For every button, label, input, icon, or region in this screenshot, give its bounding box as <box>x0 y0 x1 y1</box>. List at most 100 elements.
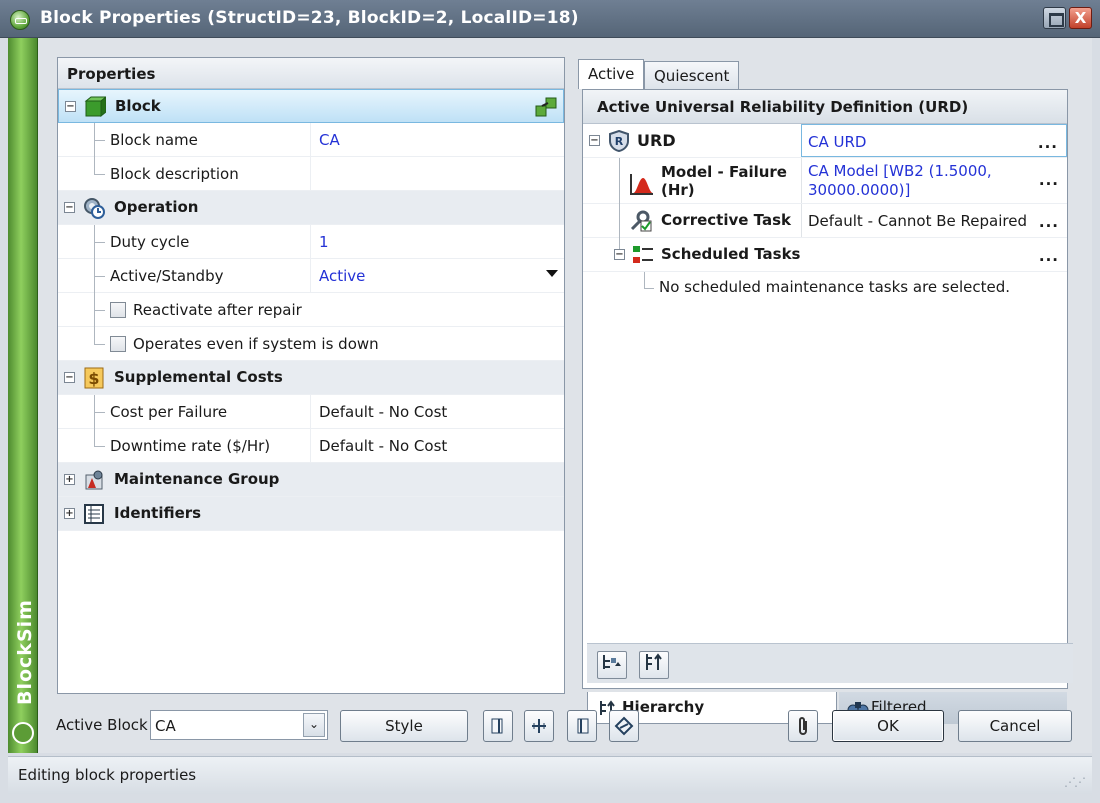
operates-when-down-checkbox[interactable] <box>110 336 126 352</box>
align-left-button[interactable] <box>483 710 513 742</box>
tree-line <box>94 242 105 243</box>
downtime-rate-row[interactable]: Downtime rate ($/Hr) Default - No Cost <box>58 429 564 463</box>
tree-line <box>94 327 95 344</box>
tree-toolbar <box>587 643 1073 683</box>
style-button[interactable]: Style <box>340 710 468 742</box>
scheduled-tasks-field[interactable]: ... <box>801 238 1067 271</box>
tab-quiescent[interactable]: Quiescent <box>644 61 740 89</box>
resize-grip-icon[interactable]: ⋰⋰ <box>1064 775 1086 789</box>
ok-button[interactable]: OK <box>832 710 944 742</box>
collapse-icon[interactable]: − <box>64 202 75 213</box>
transfer-button[interactable] <box>609 710 639 742</box>
identifiers-icon <box>84 504 104 524</box>
reactivate-checkbox[interactable] <box>110 302 126 318</box>
svg-text:R: R <box>615 135 624 148</box>
reactivate-row[interactable]: Reactivate after repair <box>58 293 564 327</box>
scheduled-tasks-row[interactable]: − Scheduled Tasks ... <box>583 238 1067 272</box>
cost-per-failure-row[interactable]: Cost per Failure Default - No Cost <box>58 395 564 429</box>
category-block[interactable]: − Block <box>58 89 564 123</box>
collapse-icon[interactable]: − <box>589 135 600 146</box>
active-standby-label: Active/Standby <box>110 267 224 285</box>
active-block-value: CA <box>155 717 176 735</box>
model-failure-field[interactable]: CA Model [WB2 (1.5000, 30000.0000)]... <box>801 158 1067 203</box>
duty-cycle-row[interactable]: Duty cycle 1 <box>58 225 564 259</box>
duty-cycle-value[interactable]: 1 <box>310 225 564 258</box>
expand-icon[interactable]: + <box>64 474 75 485</box>
sort-tree-icon <box>646 653 662 670</box>
category-identifiers[interactable]: + Identifiers <box>58 497 564 531</box>
maintenance-group-icon <box>85 470 103 490</box>
active-standby-value[interactable]: Active <box>310 259 564 292</box>
cost-per-failure-value[interactable]: Default - No Cost <box>310 395 564 428</box>
tree-line <box>619 204 620 238</box>
browse-icon[interactable]: ... <box>1038 134 1058 152</box>
category-operation[interactable]: − Operation <box>58 191 564 225</box>
corrective-task-value: Default - Cannot Be Repaired <box>808 212 1027 230</box>
close-button[interactable]: X <box>1069 7 1092 29</box>
expand-all-button[interactable] <box>597 651 627 679</box>
cost-per-failure-label: Cost per Failure <box>110 403 228 421</box>
block-description-value[interactable] <box>310 157 564 190</box>
sort-tree-button[interactable] <box>639 651 669 679</box>
operation-icon <box>84 198 105 219</box>
failure-model-icon <box>630 174 653 195</box>
maximize-button[interactable] <box>1043 7 1066 29</box>
browse-icon[interactable]: ... <box>1039 213 1059 231</box>
block-description-row[interactable]: Block description <box>58 157 564 191</box>
tab-active[interactable]: Active <box>578 59 645 89</box>
category-maintenance-group[interactable]: + Maintenance Group <box>58 463 564 497</box>
urd-label: URD <box>637 131 676 150</box>
chevron-down-icon[interactable]: ⌄ <box>303 713 325 737</box>
corrective-task-row[interactable]: Corrective Task Default - Cannot Be Repa… <box>583 204 1067 238</box>
cancel-button[interactable]: Cancel <box>958 710 1072 742</box>
status-bar: Editing block properties ⋰⋰ <box>8 756 1092 794</box>
active-block-combo[interactable]: CA ⌄ <box>150 710 328 740</box>
window-title: Block Properties (StructID=23, BlockID=2… <box>40 8 579 28</box>
align-center-icon <box>532 719 546 733</box>
block-description-label: Block description <box>110 165 239 183</box>
tree-line <box>644 288 654 289</box>
block-icon <box>84 96 106 118</box>
align-right-button[interactable] <box>567 710 597 742</box>
block-link-icon[interactable] <box>535 97 557 117</box>
downtime-rate-value[interactable]: Default - No Cost <box>310 429 564 462</box>
status-text: Editing block properties <box>18 766 197 784</box>
properties-panel: Properties − Block Block name CA Block d… <box>57 57 565 694</box>
urd-value: CA URD <box>808 133 867 151</box>
category-supplemental-costs[interactable]: − $ Supplemental Costs <box>58 361 564 395</box>
collapse-icon[interactable]: − <box>64 372 75 383</box>
brand-logo-icon <box>12 722 34 744</box>
model-failure-row[interactable]: Model - Failure (Hr) CA Model [WB2 (1.50… <box>583 158 1067 204</box>
attachment-button[interactable] <box>788 710 818 742</box>
urd-row[interactable]: − R URD CA URD... <box>583 124 1067 158</box>
block-name-label: Block name <box>110 131 198 149</box>
browse-icon[interactable]: ... <box>1039 171 1059 190</box>
category-label: Identifiers <box>114 504 202 522</box>
tree-line <box>94 276 105 277</box>
align-center-button[interactable] <box>524 710 554 742</box>
collapse-icon[interactable]: − <box>65 101 76 112</box>
tree-line <box>94 412 105 413</box>
tree-line <box>644 272 645 288</box>
no-tasks-row: No scheduled maintenance tasks are selec… <box>583 272 1067 306</box>
active-block-label: Active Block <box>56 716 148 734</box>
dropdown-arrow-icon[interactable] <box>546 270 558 277</box>
category-label: Block <box>115 97 161 115</box>
corrective-task-field[interactable]: Default - Cannot Be Repaired... <box>801 204 1067 237</box>
category-label: Operation <box>114 198 199 216</box>
collapse-icon[interactable]: − <box>614 249 625 260</box>
expand-icon[interactable]: + <box>64 508 75 519</box>
scheduled-tasks-label: Scheduled Tasks <box>661 245 801 263</box>
urd-value-field[interactable]: CA URD... <box>801 124 1067 157</box>
urd-header: Active Universal Reliability Definition … <box>583 90 1067 124</box>
browse-icon[interactable]: ... <box>1039 247 1059 265</box>
brand-text: BlockSim <box>14 599 36 705</box>
block-name-row[interactable]: Block name CA <box>58 123 564 157</box>
operates-when-down-row[interactable]: Operates even if system is down <box>58 327 564 361</box>
tree-line <box>94 310 105 311</box>
urd-icon: R <box>609 130 629 152</box>
block-name-value[interactable]: CA <box>310 123 564 156</box>
active-standby-row[interactable]: Active/Standby Active <box>58 259 564 293</box>
downtime-rate-label: Downtime rate ($/Hr) <box>110 437 271 455</box>
urd-panel: Active Universal Reliability Definition … <box>582 89 1073 724</box>
